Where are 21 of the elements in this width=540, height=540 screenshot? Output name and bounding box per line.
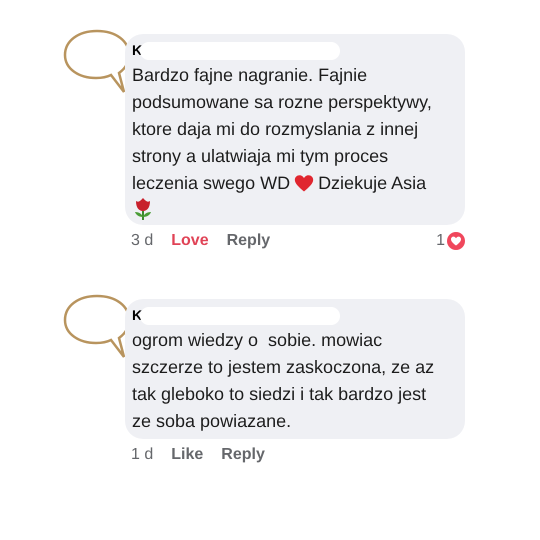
- time-label: 3 d: [131, 231, 154, 251]
- time-label: 1 d: [131, 445, 154, 465]
- reaction-button[interactable]: Love: [171, 229, 209, 253]
- comment-text: tak gleboko to siedzi i tak bardzo jest: [132, 383, 426, 406]
- author-name[interactable]: K: [132, 40, 142, 61]
- reaction-button[interactable]: Like: [171, 443, 204, 467]
- author-name[interactable]: K: [132, 305, 142, 326]
- rose-icon: [132, 197, 154, 221]
- comment-text: szczerze to jestem zaskoczona, ze az: [132, 356, 434, 379]
- comment-text: podsumowane sa rozne perspektywy,: [132, 91, 432, 114]
- comment-text: ze soba powiazane.: [132, 410, 292, 433]
- reply-button[interactable]: Reply: [226, 229, 270, 253]
- comment-text: ktore daja mi do rozmyslania z innej: [132, 118, 418, 141]
- reaction-count: 1: [436, 231, 445, 251]
- comment-text: Bardzo fajne nagranie. Fajnie: [132, 64, 368, 87]
- comment-text: ogrom wiedzy o sobie. mowiac: [132, 329, 382, 352]
- heart-icon: [294, 174, 314, 194]
- reply-button[interactable]: Reply: [221, 443, 265, 467]
- comment-text: strony a ulatwiaja mi tym proces: [132, 145, 388, 168]
- comment-text: leczenia swego WD: [132, 172, 290, 195]
- comment-text: Dziekuje Asia: [318, 172, 426, 195]
